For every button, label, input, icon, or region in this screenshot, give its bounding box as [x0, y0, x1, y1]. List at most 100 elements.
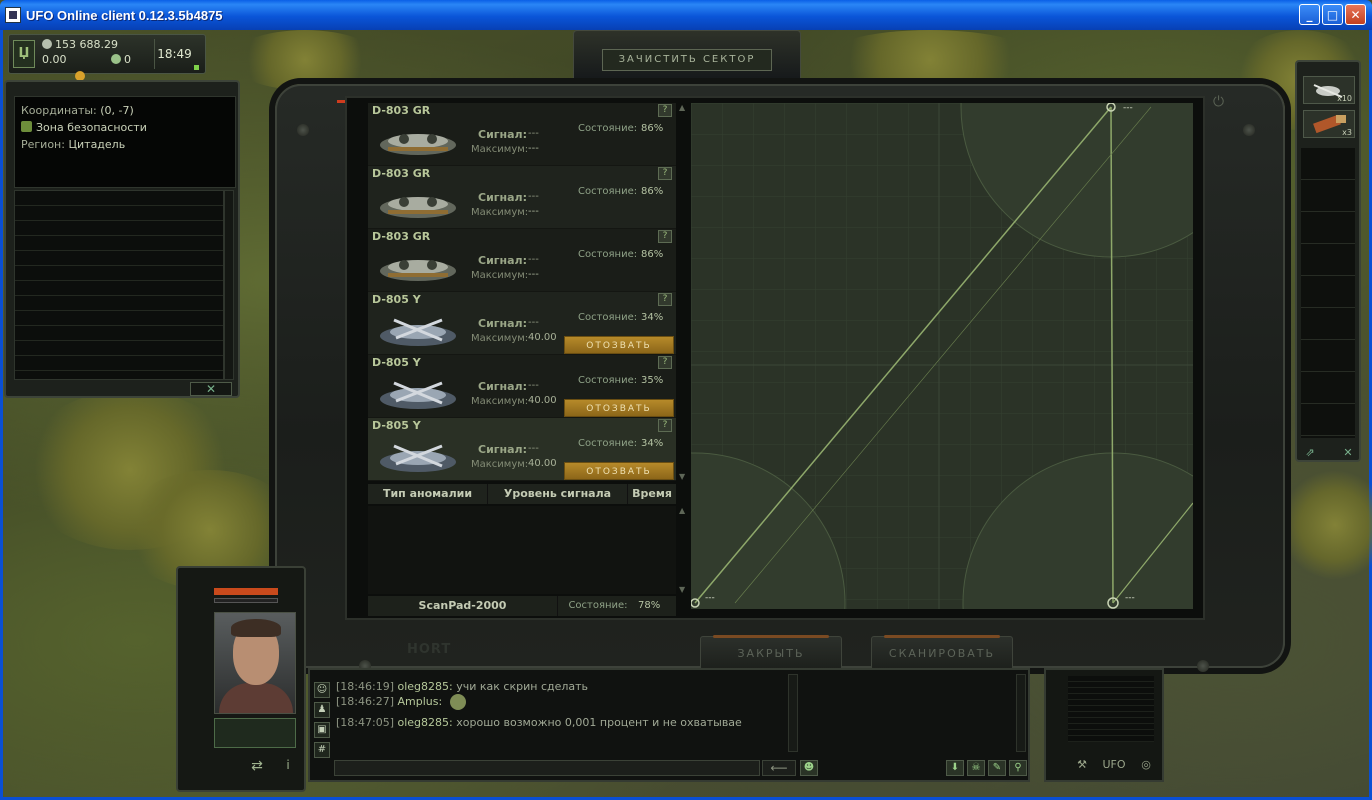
chat-timestamp: [18:47:05]	[336, 716, 394, 729]
close-button[interactable]: ✕	[1345, 4, 1366, 25]
col-time[interactable]: Время	[628, 484, 676, 504]
drone-gr-icon	[380, 197, 456, 218]
chat-nick[interactable]: Amplus:	[398, 695, 443, 708]
quick-inventory-panel: x10 x3 ⇗ ✕	[1295, 60, 1361, 462]
scroll-up-icon[interactable]: ▲	[679, 506, 685, 515]
col-anomaly-type[interactable]: Тип аномалии	[368, 484, 488, 504]
coords-row: Координаты: (0, -7)	[21, 102, 229, 119]
close-icon[interactable]: ✕	[1339, 446, 1357, 460]
coords-label: Координаты:	[21, 104, 97, 117]
window-frame-left	[0, 30, 3, 800]
location-info-box: Координаты: (0, -7) Зона безопасности Ре…	[14, 96, 236, 188]
radar-display[interactable]: --- --- ---	[691, 103, 1193, 609]
state-value: 86%	[641, 249, 664, 260]
max-label: Максимум:	[471, 207, 529, 218]
chat-nick[interactable]: oleg8285:	[398, 716, 453, 729]
token-display: 0	[111, 53, 131, 66]
chat-text: хорошо возможно 0,001 процент и не охват…	[456, 716, 742, 729]
emote-icon[interactable]: ☻	[800, 760, 818, 776]
state-value: 35%	[641, 375, 664, 386]
maximize-button[interactable]: □	[1322, 4, 1343, 25]
drone-help-button[interactable]: ?	[658, 356, 672, 369]
drone-card[interactable]: D-803 GR ? Сигнал: --- Максимум: --- Сос…	[368, 103, 676, 165]
recall-button[interactable]: ОТОЗВАТЬ	[564, 336, 674, 354]
drone-card[interactable]: D-803 GR ? Сигнал: --- Максимум: --- Сос…	[368, 166, 676, 228]
chat-side-scrollbar[interactable]	[1016, 674, 1026, 752]
drone-list-scrollbar[interactable]: ▲ ▼	[679, 103, 689, 481]
coords-value: (0, -7)	[100, 104, 134, 117]
max-value: 40.00	[528, 458, 557, 469]
scroll-up-icon[interactable]: ▲	[679, 103, 685, 112]
drone-help-button[interactable]: ?	[658, 419, 672, 432]
chat-timestamp: [18:46:27]	[336, 695, 394, 708]
drone-card-selected[interactable]: D-805 Y ? Сигнал: --- Максимум: 40.00 Со…	[368, 418, 676, 480]
gold-value: 0.00	[42, 53, 67, 66]
scroll-down-icon[interactable]: ▼	[679, 472, 685, 481]
chat-scrollbar[interactable]	[788, 674, 798, 752]
state-value: 34%	[641, 312, 664, 323]
drone-y-icon	[380, 318, 456, 346]
scenery-tree	[1280, 470, 1372, 580]
inventory-slot[interactable]: x3	[1303, 110, 1355, 138]
scan-button[interactable]: СКАНИРОВАТЬ	[871, 635, 1013, 670]
anomaly-scrollbar[interactable]: ▲ ▼	[679, 506, 689, 594]
link-icon[interactable]: ⇗	[1301, 446, 1319, 460]
recall-button[interactable]: ОТОЗВАТЬ	[564, 462, 674, 480]
inventory-slot-count: x10	[1337, 94, 1352, 103]
drone-name: D-803 GR	[372, 104, 431, 117]
alien-icon[interactable]: ☠	[967, 760, 985, 776]
chat-tab-clan-icon[interactable]: ▣	[314, 722, 330, 738]
stamina-bar	[214, 598, 278, 603]
signal-value: ---	[528, 254, 539, 265]
minimize-button[interactable]: _	[1299, 4, 1320, 25]
info-icon[interactable]: i	[278, 758, 298, 780]
clear-sector-button[interactable]: ЗАЧИСТИТЬ СЕКТОР	[602, 49, 772, 71]
tools-icon[interactable]: ✎	[988, 760, 1006, 776]
drone-card[interactable]: D-805 Y ? Сигнал: --- Максимум: 40.00 Со…	[368, 355, 676, 417]
state-label: Состояние:	[578, 375, 638, 386]
chat-input[interactable]	[334, 760, 760, 776]
drone-help-button[interactable]: ?	[658, 230, 672, 243]
chat-nick[interactable]: oleg8285:	[398, 680, 453, 693]
max-label: Максимум:	[471, 333, 529, 344]
avatar[interactable]	[214, 612, 296, 714]
chat-tab-person-icon[interactable]: ☺	[314, 682, 330, 698]
globe-icon[interactable]: ◎	[1134, 758, 1158, 771]
info-list-scrollbar[interactable]	[224, 190, 234, 380]
chat-tab-grid-icon[interactable]: #	[314, 742, 330, 758]
power-icon[interactable]: ⏻	[1213, 94, 1224, 110]
drone-help-button[interactable]: ?	[658, 167, 672, 180]
scanpad-name: ScanPad-2000	[368, 596, 558, 616]
drone-card[interactable]: D-805 Y ? Сигнал: --- Максимум: 40.00 Со…	[368, 292, 676, 354]
send-button[interactable]: ⟵	[762, 760, 796, 776]
faction-logo-icon[interactable]: Џ	[13, 40, 35, 68]
rank-badge[interactable]	[214, 718, 296, 748]
chat-toolbar: ⬇ ☠ ✎ ⚲	[946, 760, 1027, 776]
info-close-button[interactable]: ✕	[190, 382, 232, 396]
close-scanner-button[interactable]: ЗАКРЫТЬ	[700, 635, 842, 670]
recall-button[interactable]: ОТОЗВАТЬ	[564, 399, 674, 417]
character-panel: ⇄ i	[176, 566, 306, 792]
scanner-device: ⏻ D-803 GR ? Сигнал: --- Максимум: --- С…	[275, 84, 1285, 672]
signal-label: Сигнал:	[478, 317, 528, 330]
wrench-icon[interactable]: ⚒	[1070, 758, 1094, 771]
scroll-down-icon[interactable]: ▼	[679, 585, 685, 594]
top-action-panel: ЗАЧИСТИТЬ СЕКТОР	[573, 30, 801, 82]
download-icon[interactable]: ⬇	[946, 760, 964, 776]
radar-bottom-left-label: ---	[705, 593, 715, 603]
inventory-slot[interactable]: x10	[1303, 76, 1355, 104]
system-panel: ⚒ UFO ◎	[1044, 668, 1164, 782]
max-label: Максимум:	[471, 144, 529, 155]
region-value: Цитадель	[68, 138, 126, 151]
chat-tab-group-icon[interactable]: ♟	[314, 702, 330, 718]
state-label: Состояние:	[578, 249, 638, 260]
ufo-icon[interactable]: UFO	[1102, 758, 1126, 771]
drone-help-button[interactable]: ?	[658, 104, 672, 117]
antenna-icon[interactable]: ⚲	[1009, 760, 1027, 776]
state-value: 34%	[641, 438, 664, 449]
status-lamp	[194, 65, 199, 70]
col-signal-level[interactable]: Уровень сигнала	[488, 484, 628, 504]
drone-help-button[interactable]: ?	[658, 293, 672, 306]
swap-icon[interactable]: ⇄	[242, 758, 272, 780]
drone-card[interactable]: D-803 GR ? Сигнал: --- Максимум: --- Сос…	[368, 229, 676, 291]
